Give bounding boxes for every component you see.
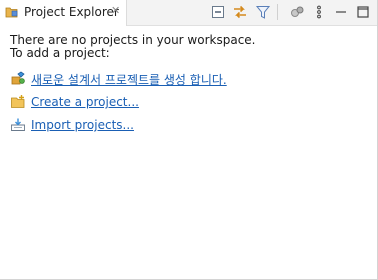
add-project-text: To add a project: [10, 46, 110, 60]
view-menu-icon[interactable] [311, 4, 327, 20]
toolbar-separator [277, 4, 278, 20]
tab-project-explorer[interactable]: Project Explorer ✕ [0, 0, 127, 26]
create-project-link[interactable]: Create a project... [31, 95, 139, 109]
project-explorer-icon [5, 7, 18, 18]
import-projects-icon [11, 118, 25, 131]
tab-label: Project Explorer [24, 5, 119, 19]
project-explorer-view: Project Explorer ✕ There are no projects… [0, 0, 378, 280]
import-projects-link[interactable]: Import projects... [31, 118, 134, 132]
new-project-icon [11, 95, 25, 108]
minimize-icon[interactable] [333, 4, 349, 20]
close-icon[interactable]: ✕ [111, 4, 120, 18]
filter-icon[interactable] [255, 4, 271, 20]
view-tab-bar: Project Explorer ✕ [0, 0, 377, 26]
maximize-icon[interactable] [355, 4, 371, 20]
link-with-editor-icon[interactable] [232, 4, 248, 20]
collapse-all-icon[interactable] [210, 4, 226, 20]
new-design-project-link[interactable]: 새로운 설계서 프로젝트를 생성 합니다. [31, 71, 227, 88]
new-design-project-icon [11, 71, 25, 85]
scm-sync-icon[interactable] [289, 4, 305, 20]
empty-workspace-message: There are no projects in your workspace.… [10, 34, 256, 60]
